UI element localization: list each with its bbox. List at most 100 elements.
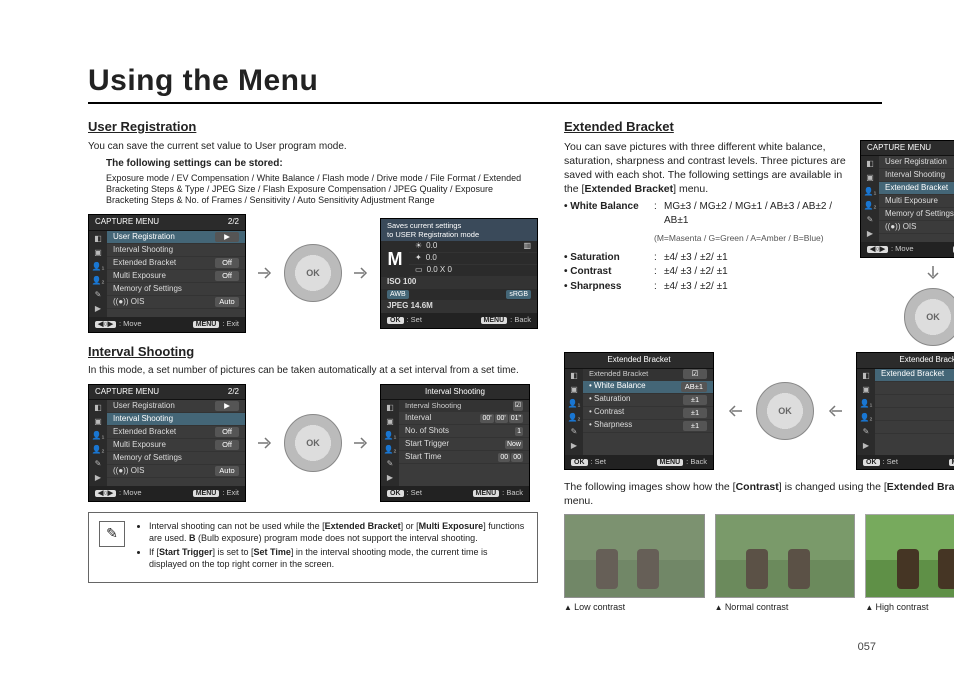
lcd-icon-column: ◧▣👤₁👤₂✎▶ — [89, 400, 107, 486]
m-r1: 0.0 — [426, 241, 437, 252]
foot-move: Move — [123, 319, 141, 328]
sat-vals: ±4/ ±3 / ±2/ ±1 — [664, 251, 852, 265]
control-dial — [284, 414, 342, 472]
sat-label: Saturation — [564, 251, 654, 265]
interval-title: Interval Shooting — [425, 387, 485, 398]
stored-list: Exposure mode / EV Compensation / White … — [106, 173, 538, 207]
shp-label: Sharpness — [564, 280, 654, 294]
interval-intro: In this mode, a set number of pictures c… — [88, 364, 538, 378]
ext-title: Extended Bracket — [607, 355, 670, 366]
mode-indicator: M — [385, 247, 405, 271]
foot-back: Back — [514, 315, 531, 324]
foot-set3: Set — [595, 457, 606, 466]
contrast-thumbnails: Low contrast Normal contrast High contra… — [564, 514, 954, 614]
cap-low: Low contrast — [564, 601, 705, 614]
capture-menu-screen: CAPTURE MENU 2/2 ◧▣👤₁👤₂✎▶ User Registrat… — [88, 214, 246, 332]
arrow-right-icon — [350, 262, 372, 284]
user-reg-intro: You can save the current set value to Us… — [88, 140, 538, 154]
m-awb: AWB — [387, 290, 409, 299]
tip-1: Interval shooting can not be used while … — [149, 521, 527, 544]
move-key-icon: ◀○▶ — [95, 321, 116, 328]
cm-title2: CAPTURE MENU — [95, 387, 159, 398]
left-column: User Registration You can save the curre… — [88, 118, 538, 614]
foot-move3: Move — [895, 244, 913, 253]
wb-note: (M=Masenta / G=Green / A=Amber / B=Blue) — [654, 233, 852, 244]
foot-set2: Set — [411, 488, 422, 497]
move-key-icon: ◀○▶ — [95, 490, 116, 497]
lcd-icon-column: ◧▣👤₁👤₂✎▶ — [89, 231, 107, 317]
wb-vals: MG±3 / MG±2 / MG±1 / AB±3 / AB±2 / AB±1 — [664, 200, 852, 227]
foot-set4: Set — [887, 457, 898, 466]
cm-title3: CAPTURE MENU — [867, 143, 931, 154]
foot-set: Set — [411, 315, 422, 324]
lcd-icon-column: ◧▣👤₁👤₂✎▶ — [861, 156, 879, 242]
page-number: 057 — [858, 641, 876, 653]
m-r3: 0.0 X 0 — [427, 265, 452, 276]
m-hdr2: to USER Registration mode — [387, 230, 479, 239]
ok-key-icon: OK — [387, 490, 404, 497]
m-hdr1: Saves current settings — [387, 221, 461, 230]
cap-high: High contrast — [865, 601, 954, 614]
capture-menu-page: 2/2 — [228, 217, 239, 228]
foot-back2: Back — [506, 488, 523, 497]
thumb-low-contrast: Low contrast — [564, 514, 705, 614]
m-iso: ISO 100 — [387, 277, 416, 288]
lcd-icon-column: ◧▣👤₁👤₂✎▶ — [381, 400, 399, 486]
menu-key-icon: MENU — [949, 459, 954, 466]
ext2-row: Extended Bracket — [881, 369, 944, 380]
arrow-right-icon — [254, 262, 276, 284]
con-label: Contrast — [564, 265, 654, 279]
m-srgb: sRGB — [506, 290, 531, 299]
shp-vals: ±4/ ±3 / ±2/ ±1 — [664, 280, 852, 294]
cap-mid: Normal contrast — [715, 601, 856, 614]
heading-extended-bracket: Extended Bracket — [564, 118, 954, 136]
foot-exit: Exit — [226, 319, 239, 328]
thumb-normal-contrast: Normal contrast — [715, 514, 856, 614]
move-key-icon: ◀○▶ — [867, 246, 888, 253]
thumb-high-contrast: High contrast — [865, 514, 954, 614]
ext-intro: You can save pictures with three differe… — [564, 140, 852, 197]
menu-key-icon: MENU — [481, 317, 508, 324]
control-dial — [284, 244, 342, 302]
thumbs-intro: The following images show how the [Contr… — [564, 480, 954, 508]
menu-key-icon: MENU — [193, 490, 220, 497]
arrow-left-icon — [724, 400, 746, 422]
menu-key-icon: MENU — [473, 490, 500, 497]
tip-2: If [Start Trigger] is set to [Set Time] … — [149, 547, 527, 570]
control-dial — [904, 288, 954, 346]
ext2-title: Extended Bracket — [899, 355, 954, 366]
capture-menu-screen-interval: CAPTURE MENU 2/2 ◧▣👤₁👤₂✎▶ User Registrat… — [88, 384, 246, 502]
foot-back3: Back — [690, 457, 707, 466]
heading-user-registration: User Registration — [88, 118, 538, 136]
heading-interval-shooting: Interval Shooting — [88, 343, 538, 361]
extended-bracket-screen: Extended Bracket ◧▣👤₁👤₂✎▶ Extended Brack… — [564, 352, 714, 470]
con-vals: ±4/ ±3 / ±2/ ±1 — [664, 265, 852, 279]
extended-bracket-toggle-screen: Extended Bracket ◧▣👤₁👤₂✎▶ Extended Brack… — [856, 352, 954, 470]
foot-move2: Move — [123, 488, 141, 497]
ok-key-icon: OK — [863, 459, 880, 466]
lcd-icon-column: ◧▣👤₁👤₂✎▶ — [565, 369, 583, 455]
page-title: Using the Menu — [88, 64, 882, 104]
ok-key-icon: OK — [571, 459, 588, 466]
capture-menu-screen-ext: CAPTURE MENU 2/2 ◧▣👤₁👤₂✎▶ User Registrat… — [860, 140, 954, 258]
ok-key-icon: OK — [387, 317, 404, 324]
capture-menu-title: CAPTURE MENU — [95, 217, 159, 228]
menu-key-icon: MENU — [193, 321, 220, 328]
tip-box: ✎ Interval shooting can not be used whil… — [88, 512, 538, 583]
arrow-right-icon — [254, 432, 276, 454]
m-r2: 0.0 — [426, 253, 437, 264]
m-jpeg: JPEG 14.6M — [387, 301, 433, 312]
wb-label: White Balance — [564, 200, 654, 227]
menu-key-icon: MENU — [657, 459, 684, 466]
right-column: Extended Bracket You can save pictures w… — [564, 118, 954, 614]
foot-exit2: Exit — [226, 488, 239, 497]
cm-page2: 2/2 — [228, 387, 239, 398]
stored-header: The following settings can be stored: — [106, 157, 538, 171]
arrow-right-icon — [350, 432, 372, 454]
lcd-icon-column: ◧▣👤₁👤₂✎▶ — [857, 369, 875, 455]
arrow-down-icon — [922, 262, 944, 284]
note-icon: ✎ — [99, 521, 125, 547]
interval-shooting-screen: Interval Shooting ◧▣👤₁👤₂✎▶ Interval Shoo… — [380, 384, 530, 502]
arrow-left-icon — [824, 400, 846, 422]
user-reg-save-screen: Saves current settingsto USER Registrati… — [380, 218, 538, 328]
